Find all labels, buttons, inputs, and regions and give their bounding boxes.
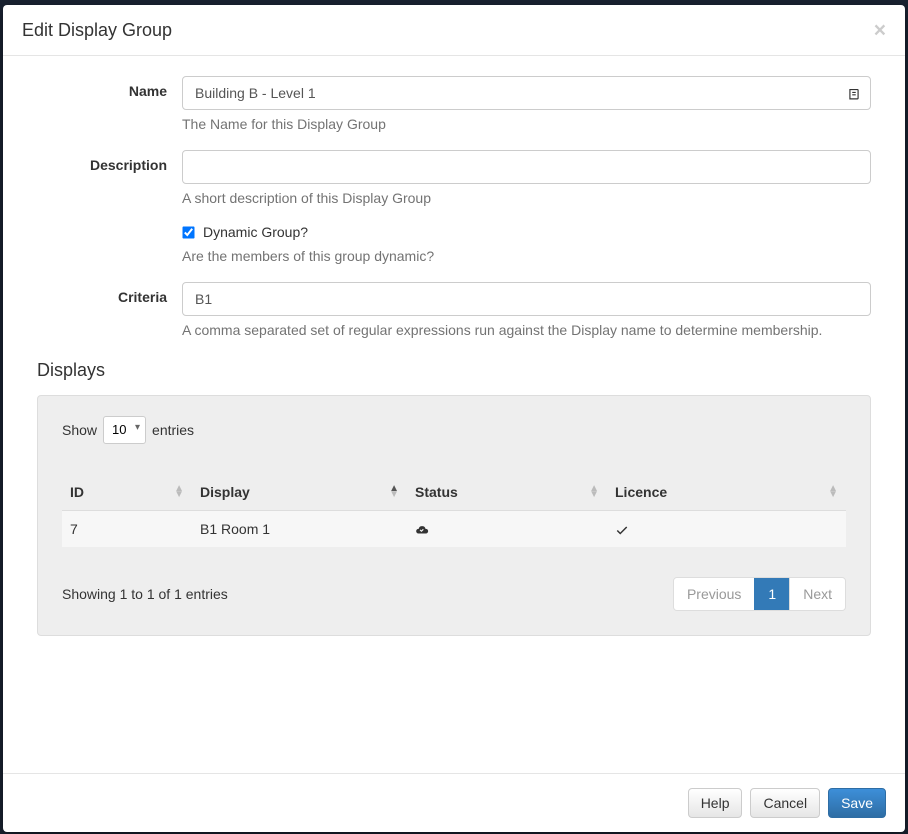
dynamic-help: Are the members of this group dynamic? <box>182 248 434 264</box>
criteria-input[interactable] <box>182 282 871 316</box>
displays-title: Displays <box>37 360 871 381</box>
modal: Edit Display Group × Name The Name for t… <box>3 5 905 832</box>
pager-previous[interactable]: Previous <box>674 578 754 610</box>
pager: Previous 1 Next <box>673 577 846 611</box>
criteria-field-wrap: A comma separated set of regular express… <box>182 282 871 338</box>
name-input-wrap <box>182 76 871 110</box>
length-row: Show 10 entries <box>62 416 846 444</box>
modal-title: Edit Display Group <box>22 20 172 41</box>
displays-panel: Show 10 entries ID ▲▼ Di <box>37 395 871 636</box>
name-label: Name <box>37 76 182 132</box>
criteria-label: Criteria <box>37 282 182 338</box>
table-row: 7 B1 Room 1 <box>62 510 846 547</box>
dynamic-checkbox-label[interactable]: Dynamic Group? <box>182 224 308 240</box>
length-select-wrap: 10 <box>103 416 146 444</box>
name-input[interactable] <box>182 76 871 110</box>
cancel-button[interactable]: Cancel <box>750 788 820 818</box>
show-prefix: Show <box>62 422 97 438</box>
displays-table: ID ▲▼ Display ▲▼ Status ▲▼ Licence <box>62 474 846 547</box>
name-help: The Name for this Display Group <box>182 116 871 132</box>
sort-icon: ▲▼ <box>589 486 599 498</box>
check-icon <box>615 521 629 537</box>
name-row: Name The Name for this Display Group <box>37 76 871 132</box>
length-select[interactable]: 10 <box>103 416 146 444</box>
sort-icon: ▲▼ <box>389 486 399 498</box>
modal-header: Edit Display Group × <box>3 5 905 56</box>
criteria-help: A comma separated set of regular express… <box>182 322 871 338</box>
modal-body: Name The Name for this Display Group Des… <box>3 56 905 773</box>
cell-display: B1 Room 1 <box>192 510 407 547</box>
table-header-row: ID ▲▼ Display ▲▼ Status ▲▼ Licence <box>62 474 846 511</box>
pager-page-1[interactable]: 1 <box>754 578 789 610</box>
dynamic-label-text: Dynamic Group? <box>203 224 308 240</box>
show-suffix: entries <box>152 422 194 438</box>
cell-id: 7 <box>62 510 192 547</box>
pager-next[interactable]: Next <box>789 578 845 610</box>
col-display[interactable]: Display ▲▼ <box>192 474 407 511</box>
criteria-row: Criteria A comma separated set of regula… <box>37 282 871 338</box>
description-label: Description <box>37 150 182 206</box>
description-field-wrap: A short description of this Display Grou… <box>182 150 871 206</box>
name-field-wrap: The Name for this Display Group <box>182 76 871 132</box>
cell-licence <box>607 510 846 547</box>
table-footer: Showing 1 to 1 of 1 entries Previous 1 N… <box>62 577 846 611</box>
dynamic-row: Dynamic Group? Are the members of this g… <box>37 224 871 264</box>
help-button[interactable]: Help <box>688 788 743 818</box>
sort-icon: ▲▼ <box>828 486 838 498</box>
contact-card-icon <box>847 85 861 101</box>
save-button[interactable]: Save <box>828 788 886 818</box>
close-icon[interactable]: × <box>874 20 886 41</box>
showing-text: Showing 1 to 1 of 1 entries <box>62 586 228 602</box>
col-status[interactable]: Status ▲▼ <box>407 474 607 511</box>
col-licence[interactable]: Licence ▲▼ <box>607 474 846 511</box>
description-input[interactable] <box>182 150 871 184</box>
col-id[interactable]: ID ▲▼ <box>62 474 192 511</box>
modal-footer: Help Cancel Save <box>3 773 905 832</box>
description-row: Description A short description of this … <box>37 150 871 206</box>
dynamic-field-wrap: Dynamic Group? Are the members of this g… <box>182 224 434 264</box>
sort-icon: ▲▼ <box>174 486 184 498</box>
dynamic-checkbox[interactable] <box>182 226 194 238</box>
cell-status <box>407 510 607 547</box>
cloud-icon <box>415 521 429 537</box>
description-help: A short description of this Display Grou… <box>182 190 871 206</box>
